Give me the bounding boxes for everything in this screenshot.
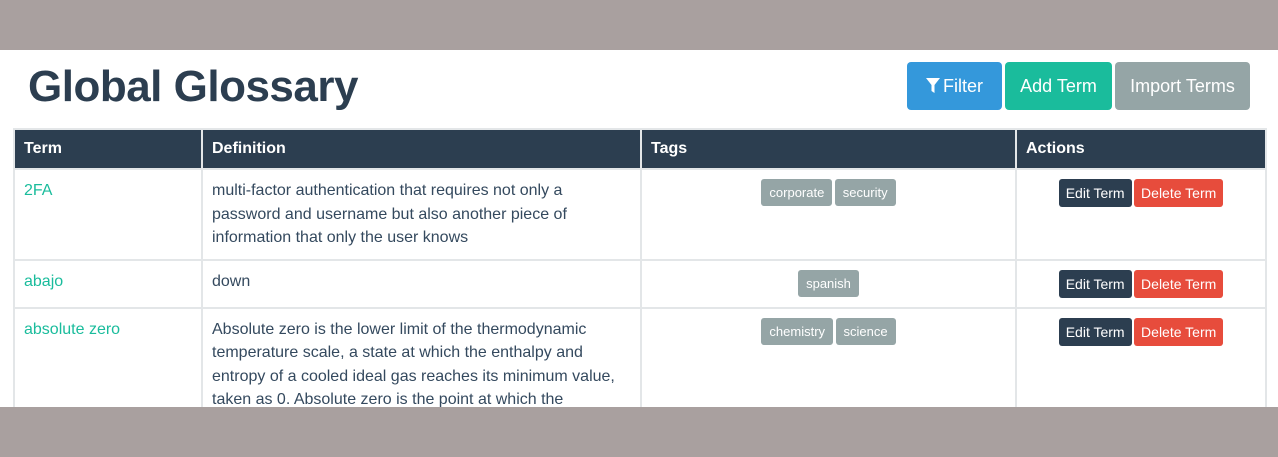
definition-cell: Absolute zero is the lower limit of the … [201, 306, 642, 407]
tag-badge[interactable]: chemistry [761, 317, 834, 345]
main-panel: Global Glossary Filter Add Term Import T… [0, 50, 1278, 407]
term-link[interactable]: abajo [24, 273, 63, 290]
definition-cell: multi-factor authentication that require… [201, 168, 642, 261]
definition-cell: down [201, 258, 642, 309]
delete-term-button[interactable]: Delete Term [1134, 179, 1224, 207]
edit-term-button[interactable]: Edit Term [1058, 269, 1132, 298]
tag-badge[interactable]: spanish [798, 269, 859, 297]
import-terms-button[interactable]: Import Terms [1115, 62, 1250, 110]
term-cell: absolute zero [13, 306, 203, 407]
add-term-button[interactable]: Add Term [1005, 62, 1112, 110]
glossary-table: Term Definition Tags Actions 2FA multi-f… [13, 128, 1267, 407]
term-link[interactable]: 2FA [24, 182, 52, 199]
term-cell: 2FA [13, 168, 203, 261]
table-row: abajo down spanish Edit Term Delete Term [13, 258, 1267, 309]
tags-cell: corporate security [640, 168, 1017, 261]
table-header-row: Term Definition Tags Actions [13, 128, 1267, 169]
column-header-tags: Tags [640, 128, 1017, 169]
table-row: absolute zero Absolute zero is the lower… [13, 306, 1267, 407]
delete-term-button[interactable]: Delete Term [1134, 269, 1224, 298]
term-cell: abajo [13, 258, 203, 309]
filter-button-label: Filter [943, 75, 983, 96]
edit-term-button[interactable]: Edit Term [1058, 317, 1132, 346]
column-header-actions: Actions [1015, 128, 1267, 169]
table-row: 2FA multi-factor authentication that req… [13, 168, 1267, 261]
column-header-term: Term [13, 128, 203, 169]
filter-button[interactable]: Filter [907, 62, 1002, 110]
edit-term-button[interactable]: Edit Term [1058, 179, 1132, 207]
column-header-definition: Definition [201, 128, 642, 169]
delete-term-button[interactable]: Delete Term [1134, 317, 1224, 346]
tags-cell: spanish [640, 258, 1017, 309]
tag-badge[interactable]: security [834, 179, 896, 206]
page-title: Global Glossary [28, 62, 358, 111]
tag-badge[interactable]: corporate [761, 179, 833, 206]
actions-cell: Edit Term Delete Term [1015, 258, 1267, 309]
actions-cell: Edit Term Delete Term [1015, 306, 1267, 407]
actions-cell: Edit Term Delete Term [1015, 168, 1267, 261]
term-link[interactable]: absolute zero [24, 321, 120, 338]
filter-icon [926, 78, 940, 93]
tags-cell: chemistry science [640, 306, 1017, 407]
tag-badge[interactable]: science [835, 317, 896, 345]
